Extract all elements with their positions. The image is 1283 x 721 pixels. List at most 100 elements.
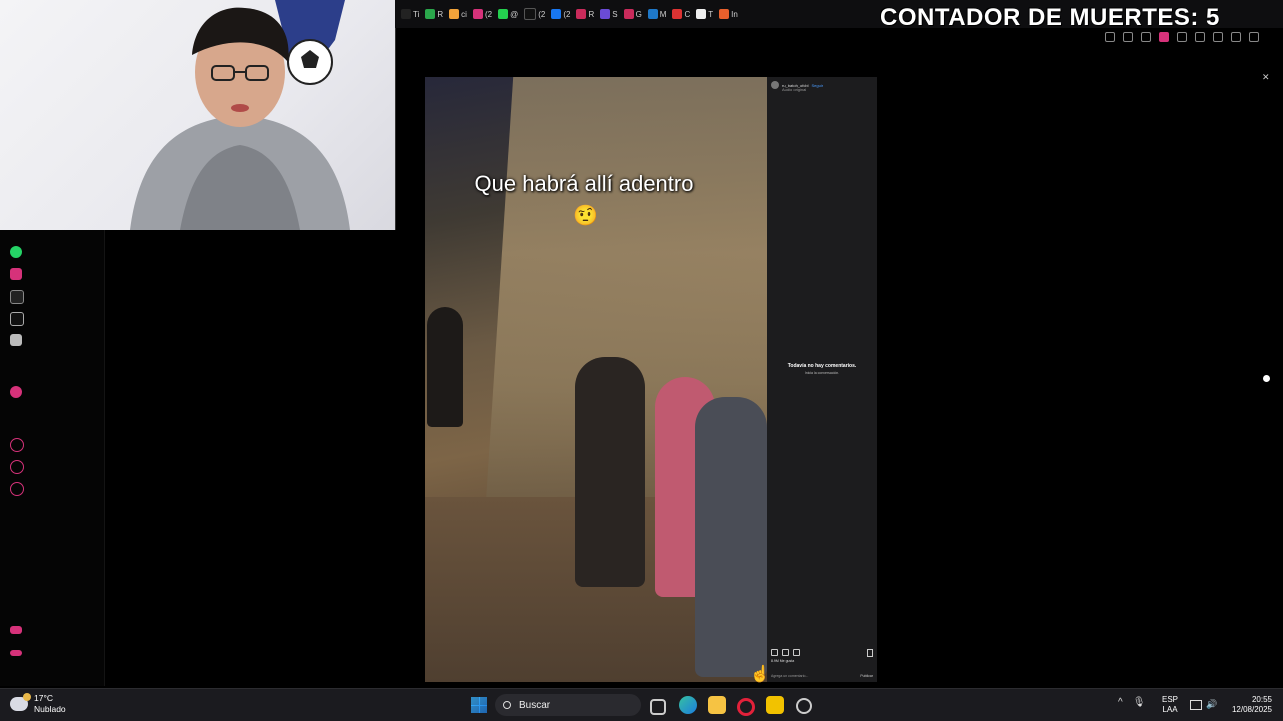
follow-link[interactable]: Seguir bbox=[811, 83, 823, 88]
tab-label: @ bbox=[510, 9, 519, 19]
scroll-indicator[interactable] bbox=[1263, 375, 1270, 382]
death-counter-overlay: CONTADOR DE MUERTES: 5 bbox=[880, 4, 1220, 31]
tab-label: In bbox=[731, 9, 738, 19]
tab-favicon-icon bbox=[600, 9, 611, 19]
close-icon[interactable]: ✕ bbox=[1262, 72, 1270, 83]
pin-icon[interactable] bbox=[1123, 32, 1133, 42]
tab-favicon-icon bbox=[576, 9, 587, 19]
cloud-icon bbox=[10, 693, 31, 711]
comment-input[interactable]: Agrega un comentario... bbox=[771, 674, 808, 678]
weather-condition: Nublado bbox=[34, 704, 66, 714]
tab-favicon-icon bbox=[449, 9, 460, 19]
tab-label: Ti bbox=[413, 9, 420, 19]
tab-label: R bbox=[588, 9, 595, 19]
sticky-notes-icon[interactable] bbox=[766, 696, 784, 714]
download-icon[interactable] bbox=[1231, 32, 1241, 42]
browser-tab[interactable]: R bbox=[425, 5, 443, 23]
instagram-icon bbox=[472, 9, 483, 19]
avatar bbox=[771, 81, 779, 89]
audio-subtitle: Audio original bbox=[782, 87, 807, 92]
zoom-icon[interactable] bbox=[1105, 32, 1115, 42]
taskbar-search[interactable]: Buscar bbox=[495, 694, 641, 716]
windows-start-icon[interactable] bbox=[471, 697, 487, 713]
network-icon[interactable] bbox=[1190, 700, 1202, 710]
browser-tab[interactable]: In bbox=[719, 5, 738, 23]
settings-icon[interactable] bbox=[10, 482, 24, 496]
tab-favicon-icon bbox=[719, 9, 730, 19]
comment-icon[interactable] bbox=[782, 649, 789, 656]
microphone-icon[interactable]: 🎙 bbox=[1133, 697, 1146, 708]
profile-icon[interactable] bbox=[1213, 32, 1223, 42]
browser-tab[interactable]: (2 bbox=[524, 5, 545, 23]
browser-tab[interactable]: R bbox=[576, 5, 594, 23]
browser-tab[interactable]: T bbox=[696, 5, 713, 23]
clock-time: 20:55 bbox=[1251, 695, 1272, 704]
weather-widget[interactable]: 17°C Nublado bbox=[10, 693, 66, 715]
browser-toolbar bbox=[1105, 30, 1259, 44]
browser-tab[interactable]: M bbox=[647, 5, 667, 23]
instagram-icon[interactable] bbox=[10, 268, 22, 280]
clock[interactable]: 20:55 12/08/2025 bbox=[1222, 695, 1272, 715]
file-explorer-icon[interactable] bbox=[708, 696, 726, 714]
browser-tab[interactable]: ci bbox=[449, 5, 467, 23]
webcam-overlay bbox=[0, 0, 396, 230]
tab-label: C bbox=[684, 9, 691, 19]
shield-icon[interactable] bbox=[1159, 32, 1169, 42]
hand-cursor-icon: ☝ bbox=[750, 666, 770, 683]
chat-icon[interactable] bbox=[10, 460, 24, 474]
system-tray: ^ 🎙 bbox=[1118, 697, 1145, 708]
windows-taskbar: 17°C Nublado Buscar ^ 🎙 ESP LAA 🔊 20:55 … bbox=[0, 688, 1283, 721]
tiktok-icon[interactable] bbox=[10, 290, 24, 304]
chevron-up-icon[interactable]: ^ bbox=[1118, 697, 1123, 708]
browser-tab[interactable]: G bbox=[623, 5, 642, 23]
reel-video[interactable]: Que habrá allí adentro 🤨 bbox=[425, 77, 767, 682]
menu-icon[interactable] bbox=[1249, 32, 1259, 42]
weather-temperature: 17°C bbox=[34, 693, 53, 703]
facebook-icon bbox=[551, 9, 562, 19]
history-icon[interactable] bbox=[10, 438, 24, 452]
tab-label: S bbox=[612, 9, 618, 19]
browser-tab[interactable]: Ti bbox=[401, 5, 419, 23]
share-icon[interactable] bbox=[793, 649, 800, 656]
gx-icon[interactable] bbox=[10, 650, 22, 656]
record-icon[interactable] bbox=[10, 386, 22, 398]
app-icon[interactable] bbox=[796, 698, 812, 714]
search-icon bbox=[503, 701, 511, 709]
video-emoji: 🤨 bbox=[573, 205, 598, 227]
browser-tab[interactable]: (2 bbox=[551, 5, 570, 23]
volume-icon[interactable]: 🔊 bbox=[1206, 699, 1217, 710]
browser-tab[interactable]: S bbox=[600, 5, 618, 23]
input-language[interactable]: ESP LAA bbox=[1162, 695, 1178, 715]
likes-count: 8.9M Me gusta bbox=[771, 659, 795, 663]
browser-tab[interactable]: C bbox=[672, 5, 690, 23]
opera-gx-icon[interactable] bbox=[737, 698, 755, 716]
heart-icon[interactable] bbox=[1195, 32, 1205, 42]
search-label: Buscar bbox=[519, 699, 551, 711]
video-person bbox=[575, 357, 645, 587]
tab-favicon-icon bbox=[672, 9, 683, 19]
streamer-avatar bbox=[130, 7, 350, 230]
gmail-icon bbox=[623, 9, 634, 19]
play-icon[interactable] bbox=[1177, 32, 1187, 42]
discord-icon[interactable] bbox=[10, 334, 22, 346]
edge-icon[interactable] bbox=[679, 696, 697, 714]
whatsapp-icon[interactable] bbox=[10, 246, 22, 258]
language-code: ESP bbox=[1162, 695, 1179, 704]
publish-button[interactable]: Publicar bbox=[860, 674, 873, 678]
no-comments-title: Todavía no hay comentarios. bbox=[787, 363, 857, 369]
video-person bbox=[427, 307, 463, 427]
video-person bbox=[695, 397, 767, 677]
tab-label: R bbox=[437, 9, 444, 19]
browser-tab[interactable]: @ bbox=[498, 5, 518, 23]
tv-icon[interactable] bbox=[10, 626, 22, 634]
tab-label: M bbox=[659, 9, 667, 19]
tab-label: ci bbox=[461, 9, 467, 19]
x-icon[interactable] bbox=[10, 312, 24, 326]
like-icon[interactable] bbox=[771, 649, 778, 656]
task-view-icon[interactable] bbox=[650, 699, 666, 715]
comments-panel: ru_batoh_ofcbl Seguir Audio original Tod… bbox=[767, 77, 877, 682]
tab-label: (2 bbox=[484, 9, 493, 19]
save-icon[interactable] bbox=[867, 649, 873, 657]
browser-tab[interactable]: (2 bbox=[472, 5, 493, 23]
screenshot-icon[interactable] bbox=[1141, 32, 1151, 42]
